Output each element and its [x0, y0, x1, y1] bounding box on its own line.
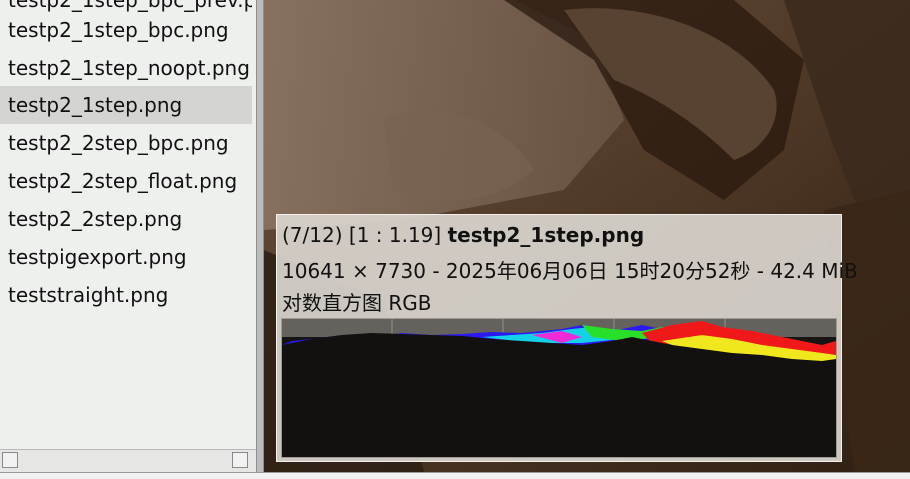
file-list-panel: testp2_1step_bpc_prev.png testp2_1step_b… [0, 0, 256, 478]
histogram-label: 对数直方图 RGB [282, 291, 432, 315]
file-list-item[interactable]: testp2_2step.png [0, 200, 252, 238]
image-info-overlay: (7/12) [1 : 1.19] testp2_1step.png 10641… [276, 214, 858, 462]
histogram [281, 318, 837, 458]
zoom-ratio: [1 : 1.19] [348, 223, 442, 247]
image-filename: testp2_1step.png [447, 223, 645, 247]
panel-splitter[interactable] [256, 0, 264, 472]
file-list-item[interactable]: teststraight.png [0, 276, 252, 314]
file-list-item-selected[interactable]: testp2_1step.png [0, 86, 252, 124]
image-position: (7/12) [282, 223, 343, 247]
info-title-line: (7/12) [1 : 1.19] testp2_1step.png [282, 223, 644, 247]
file-list-item[interactable]: testp2_1step_noopt.png [0, 49, 252, 87]
file-list-item[interactable]: testpigexport.png [0, 238, 252, 276]
image-details: 10641 × 7730 - 2025年06月06日 15时20分52秒 - 4… [282, 259, 858, 283]
scroll-right-button[interactable] [232, 452, 248, 468]
file-list-item[interactable]: testp2_2step_bpc.png [0, 124, 252, 162]
scroll-left-button[interactable] [2, 452, 18, 468]
file-list-item[interactable]: testp2_2step_float.png [0, 162, 252, 200]
horizontal-scrollbar[interactable] [0, 449, 256, 472]
file-list-item[interactable]: testp2_1step_bpc.png [0, 11, 252, 49]
